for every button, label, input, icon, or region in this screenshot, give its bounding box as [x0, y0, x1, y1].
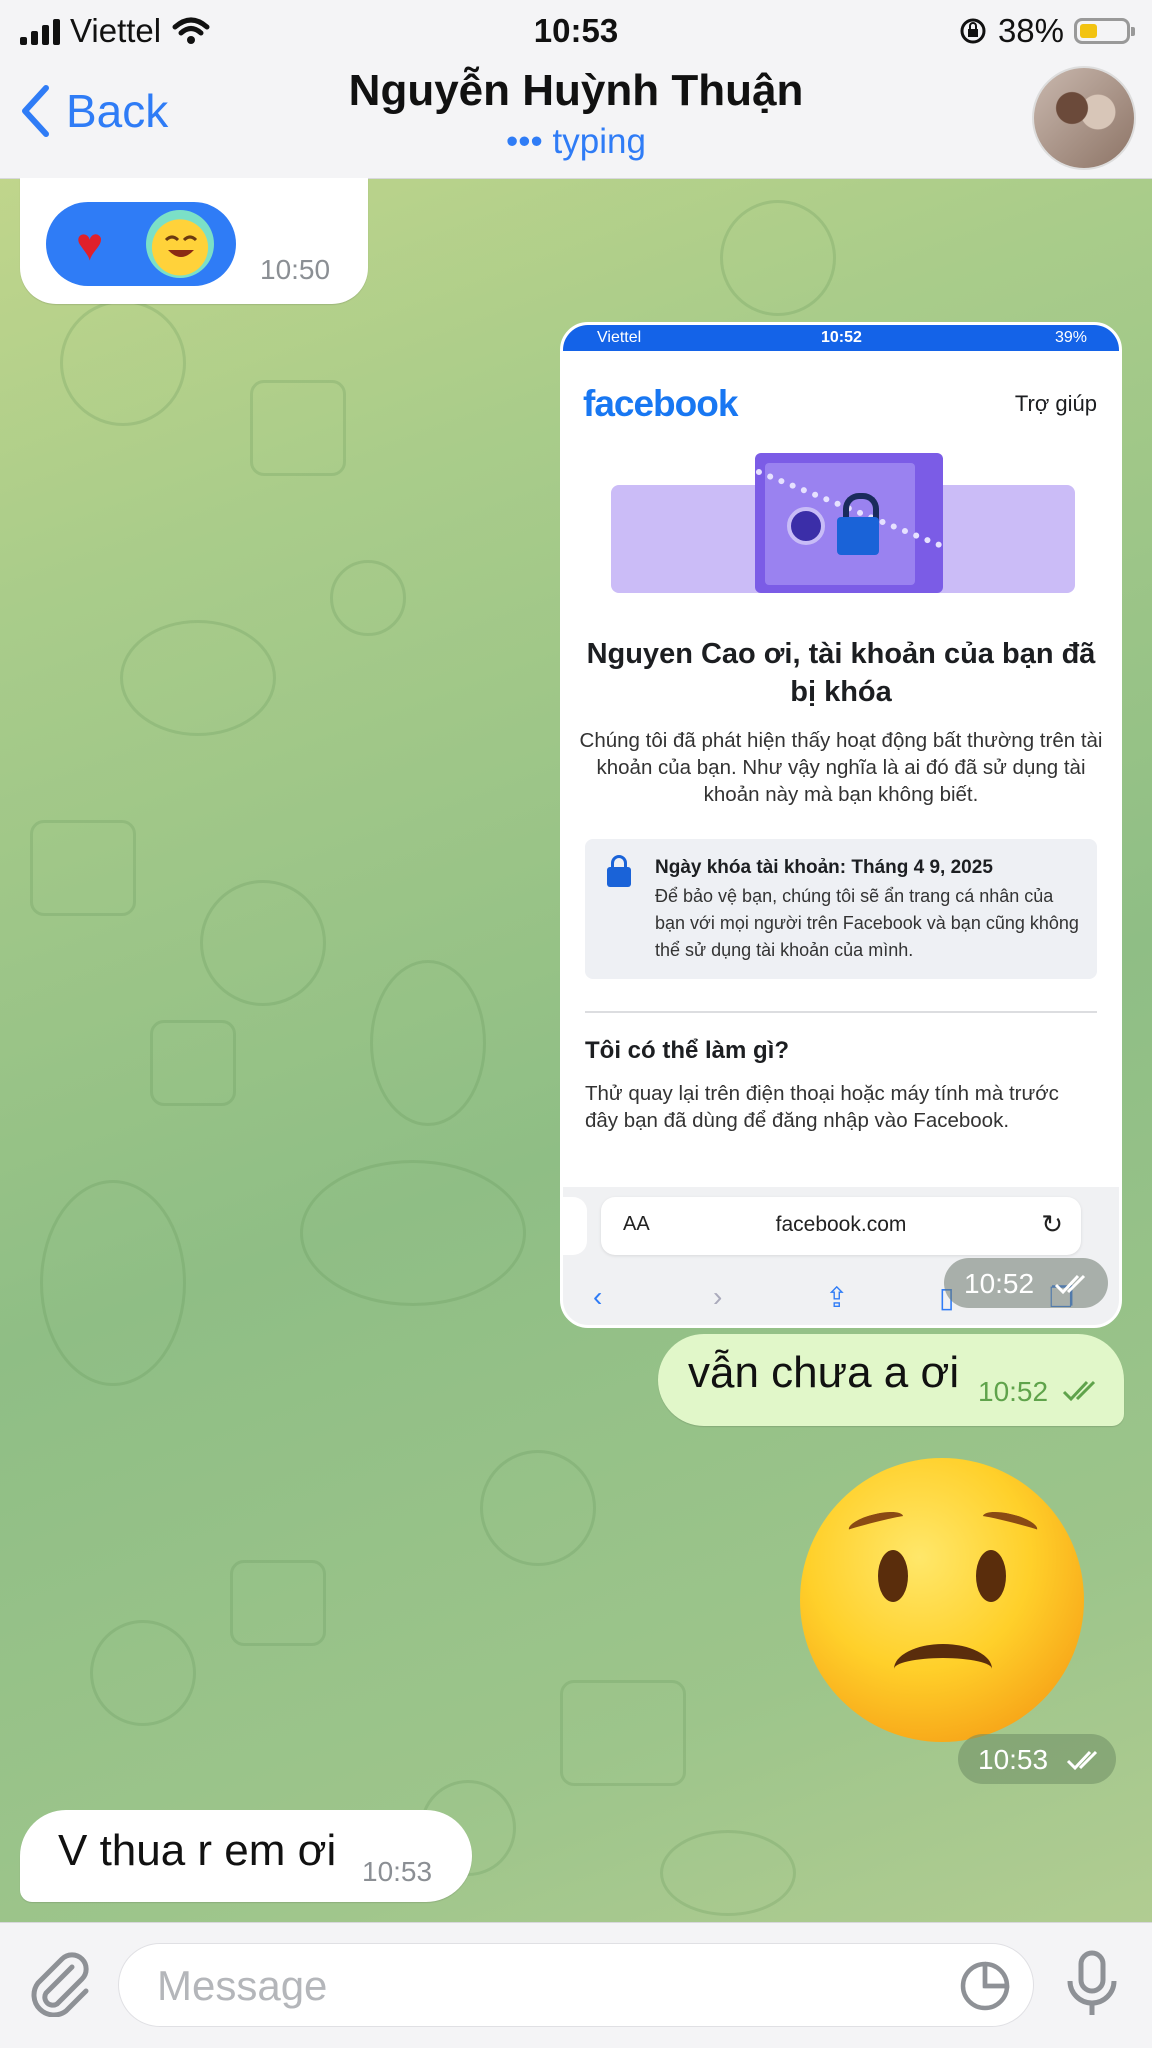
reaction-pill[interactable]: ♥ — [46, 202, 236, 286]
wallpaper-doodle — [560, 1680, 686, 1786]
battery-percent: 38% — [997, 12, 1064, 49]
message-text: vẫn chưa a ơi — [688, 1348, 960, 1397]
chat-screen: Viettel 10:53 38% Back Nguyễn Huỳnh Thuậ… — [0, 0, 1152, 2048]
what-can-i-do-heading: Tôi có thể làm gì? — [585, 1037, 790, 1064]
right-brow — [980, 1507, 1040, 1539]
voice-record-button[interactable] — [1062, 1949, 1122, 2024]
help-link: Trợ giúp — [1014, 391, 1097, 416]
read-check-icon — [1054, 1274, 1086, 1295]
lock-info-box: Ngày khóa tài khoản: Tháng 4 9, 2025 Để … — [585, 839, 1097, 979]
reload-icon: ↻ — [1041, 1209, 1063, 1239]
divider — [585, 1011, 1097, 1013]
outgoing-text-bubble[interactable]: vẫn chưa a ơi 10:52 — [658, 1334, 1124, 1426]
incoming-text-bubble[interactable]: V thua r em ơi 10:53 — [20, 1810, 472, 1902]
image-time-badge: 10:52 — [944, 1258, 1108, 1308]
microphone-icon — [1067, 1950, 1117, 2015]
laughing-emoji-icon — [146, 210, 214, 278]
lock-icon — [607, 855, 631, 887]
emoji-time-badge: 10:53 — [958, 1734, 1116, 1784]
screenshot-carrier: Viettel — [597, 329, 642, 346]
wallpaper-doodle — [120, 620, 276, 736]
browser-forward-icon: › — [713, 1281, 723, 1312]
attach-button[interactable] — [28, 1949, 92, 2022]
locked-headline: Nguyen Cao ơi, tài khoản của bạn đã bị k… — [586, 638, 1096, 708]
contact-avatar[interactable] — [1032, 66, 1136, 170]
message-composer — [0, 1922, 1152, 2048]
heart-emoji-icon: ♥ — [76, 218, 104, 270]
wallpaper-doodle — [660, 1830, 796, 1916]
left-brow — [846, 1507, 906, 1539]
right-eye — [976, 1550, 1006, 1602]
message-field[interactable] — [118, 1943, 1034, 2027]
wallpaper-doodle — [300, 1160, 526, 1306]
wallpaper-doodle — [60, 300, 186, 426]
read-check-icon — [1066, 1750, 1098, 1771]
wallpaper-doodle — [40, 1180, 186, 1386]
wallpaper-doodle — [90, 1620, 196, 1726]
wallpaper-doodle — [250, 380, 346, 476]
padlock-icon — [837, 517, 879, 555]
wallpaper-doodle — [150, 1020, 236, 1106]
rotation-lock-icon — [960, 18, 986, 44]
chat-header: Viettel 10:53 38% Back Nguyễn Huỳnh Thuậ… — [0, 0, 1152, 179]
frown-mouth — [894, 1644, 992, 1694]
what-can-i-do-text: Thử quay lại trên điện thoại hoặc máy tí… — [585, 1082, 1059, 1132]
url-text: facebook.com — [775, 1213, 907, 1236]
contact-name[interactable]: Nguyễn Huỳnh Thuận — [0, 66, 1152, 116]
outgoing-image-message[interactable]: Viettel 10:52 39% facebook Trợ giúp Nguy… — [560, 322, 1122, 1328]
wallpaper-doodle — [330, 560, 406, 636]
lock-date: Ngày khóa tài khoản: Tháng 4 9, 2025 — [655, 857, 993, 878]
left-eye — [878, 1550, 908, 1602]
share-icon: ⇪ — [825, 1282, 849, 1313]
wallpaper-doodle — [480, 1450, 596, 1566]
status-right: 38% — [958, 12, 1135, 50]
message-time: 10:50 — [260, 254, 331, 285]
message-text: V thua r em ơi — [58, 1826, 337, 1875]
facebook-logo: facebook — [583, 383, 738, 424]
lock-info-text: Để bảo vệ bạn, chúng tôi sẽ ẩn trang cá … — [655, 886, 1079, 960]
battery-level — [1080, 24, 1097, 38]
wallpaper-doodle — [370, 960, 486, 1126]
message-input[interactable] — [155, 1958, 939, 2014]
browser-back-icon: ‹ — [593, 1281, 603, 1312]
screenshot-status-bar: Viettel 10:52 39% — [563, 325, 1119, 351]
screenshot-time: 10:52 — [821, 329, 862, 346]
message-time: 10:53 — [978, 1744, 1049, 1775]
wallpaper-doodle — [720, 200, 836, 316]
message-time: 10:52 — [978, 1376, 1049, 1407]
address-bar: AA facebook.com ↻ — [601, 1197, 1081, 1255]
previous-tab-edge — [563, 1197, 587, 1255]
screenshot-battery: 39% — [1054, 329, 1087, 346]
read-check-icon — [1062, 1380, 1096, 1402]
sticker-icon — [960, 1961, 1010, 2011]
wallpaper-doodle — [30, 820, 136, 916]
typing-indicator: ••• typing — [506, 122, 646, 161]
status-bar: Viettel 10:53 38% — [0, 6, 1152, 54]
wallpaper-doodle — [200, 880, 326, 1006]
locked-description: Chúng tôi đã phát hiện thấy hoạt động bấ… — [579, 729, 1103, 806]
sticker-button[interactable] — [959, 1960, 1011, 2017]
message-time: 10:53 — [362, 1856, 433, 1887]
message-time: 10:52 — [964, 1268, 1035, 1299]
paperclip-icon — [31, 1952, 89, 2018]
battery-icon — [1074, 18, 1135, 44]
incoming-reaction-bubble[interactable]: ♥ 10:50 — [20, 178, 368, 304]
locked-safe-illustration — [611, 453, 1075, 593]
worried-face-emoji[interactable] — [800, 1458, 1084, 1742]
wallpaper-doodle — [230, 1560, 326, 1646]
